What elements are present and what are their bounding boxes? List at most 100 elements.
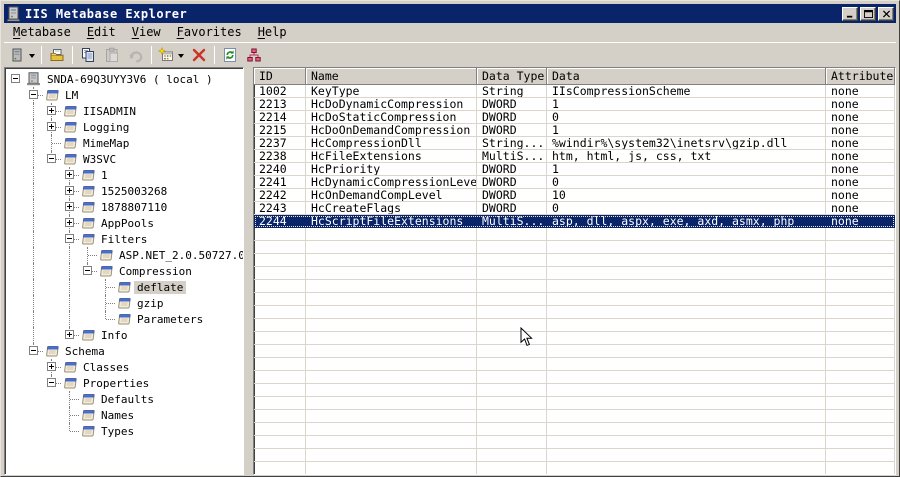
table-row[interactable]: 2240 HcPriority DWORD 1 none [254,163,895,176]
tree-item-schema[interactable]: Schema [7,343,243,359]
table-row[interactable]: 2215 HcDoOnDemandCompression DWORD 1 none [254,124,895,137]
tree-item-gzip[interactable]: gzip [7,295,243,311]
dropdown-arrow-icon[interactable] [178,53,184,61]
toolbar-new-key-button[interactable] [155,44,187,66]
tree-item-1525003268[interactable]: 1525003268 [7,183,243,199]
tree-label[interactable]: Defaults [98,393,157,406]
tree-item-filters[interactable]: Filters [7,231,243,247]
tree-item-logging[interactable]: Logging [7,119,243,135]
tree-item-classes[interactable]: Classes [7,359,243,375]
table-row[interactable]: 2243 HcCreateFlags DWORD 0 none [254,202,895,215]
tree-label[interactable]: Types [98,425,137,438]
column-header-attributes[interactable]: Attributes [826,68,895,85]
table-row[interactable]: 2241 HcDynamicCompressionLevel DWORD 0 none [254,176,895,189]
column-header-data-type[interactable]: Data Type [477,68,547,85]
tree-item-names[interactable]: Names [7,407,243,423]
tree-label[interactable]: Compression [116,265,195,278]
tree-label[interactable]: Info [98,329,131,342]
collapse-expander-icon[interactable] [29,346,38,355]
toolbar-refresh-button[interactable] [218,44,242,66]
collapse-expander-icon[interactable] [65,234,74,243]
menu-view[interactable]: View [124,24,169,41]
expand-expander-icon[interactable] [47,362,56,371]
dropdown-arrow-icon[interactable] [29,53,35,61]
tree-label[interactable]: MimeMap [80,137,132,150]
minimize-button[interactable] [842,6,858,21]
tree-item-iisadmin[interactable]: IISADMIN [7,103,243,119]
expand-expander-icon[interactable] [47,106,56,115]
menu-metabase[interactable]: Metabase [5,24,79,41]
tree-item-apppools[interactable]: AppPools [7,215,243,231]
maximize-button[interactable] [860,6,876,21]
tree-label[interactable]: W3SVC [80,153,119,166]
collapse-expander-icon[interactable] [47,154,56,163]
column-header-name[interactable]: Name [306,68,477,85]
tree-item-deflate[interactable]: deflate [7,279,243,295]
tree-label[interactable]: Logging [80,121,132,134]
tree-item-info[interactable]: Info [7,327,243,343]
tree-item-defaults[interactable]: Defaults [7,391,243,407]
expand-expander-icon[interactable] [47,122,56,131]
tree-label[interactable]: Parameters [134,313,206,326]
tree-label[interactable]: 1525003268 [98,185,170,198]
tree-label[interactable]: SNDA-69Q3UYY3V6 ( local ) [44,73,216,86]
table-row[interactable]: 2237 HcCompressionDll String... %windir%\sy… [254,137,895,150]
table-row[interactable]: 2244 HcScriptFileExtensions MultiS... asp, … [254,215,895,228]
toolbar-open-folder-button[interactable] [45,44,69,66]
tree-label[interactable]: gzip [134,297,167,310]
tree-item-compression[interactable]: Compression [7,263,243,279]
collapse-expander-icon[interactable] [11,74,20,83]
expand-expander-icon[interactable] [65,186,74,195]
tree-label[interactable]: 1 [98,169,111,182]
menu-edit[interactable]: Edit [79,24,124,41]
tree-label[interactable]: LM [62,89,81,102]
panel-splitter[interactable] [244,67,253,475]
tree-item-snda-69q3uyy3v6-local[interactable]: SNDA-69Q3UYY3V6 ( local ) [7,71,243,87]
tree-label[interactable]: Filters [98,233,150,246]
tree-item-w3svc[interactable]: W3SVC [7,151,243,167]
tree-label[interactable]: ASP.NET_2.0.50727.0 [116,249,243,262]
tree-item-properties[interactable]: Properties [7,375,243,391]
tree-item-1[interactable]: 1 [7,167,243,183]
cell-id: 2242 [254,189,306,202]
collapse-expander-icon[interactable] [47,378,56,387]
table-row[interactable]: 2238 HcFileExtensions MultiS... htm, html, … [254,150,895,163]
table-row[interactable]: 2214 HcDoStaticCompression DWORD 0 none [254,111,895,124]
expand-expander-icon[interactable] [65,170,74,179]
expand-expander-icon[interactable] [65,330,74,339]
toolbar-copy-button[interactable] [76,44,100,66]
tree-item-lm[interactable]: LM [7,87,243,103]
column-header-data[interactable]: Data [547,68,826,85]
toolbar-hierarchy-button[interactable] [242,44,266,66]
toolbar-connect-server-button[interactable] [6,44,38,66]
empty-row [254,267,895,280]
collapse-expander-icon[interactable] [29,90,38,99]
table-row[interactable]: 1002 KeyType String IIsCompressionScheme non… [254,85,895,98]
tree-label[interactable]: Classes [80,361,132,374]
tree-item-mimemap[interactable]: MimeMap [7,135,243,151]
table-row[interactable]: 2213 HcDoDynamicCompression DWORD 1 none [254,98,895,111]
tree-label[interactable]: AppPools [98,217,157,230]
table-row[interactable]: 2242 HcOnDemandCompLevel DWORD 10 none [254,189,895,202]
tree-label[interactable]: IISADMIN [80,105,139,118]
tree-item-asp-net-2-0-50727-0[interactable]: ASP.NET_2.0.50727.0 [7,247,243,263]
menu-help[interactable]: Help [250,24,295,41]
tree-label[interactable]: Names [98,409,137,422]
tree-item-types[interactable]: Types [7,423,243,439]
menu-favorites[interactable]: Favorites [169,24,250,41]
tree-item-parameters[interactable]: Parameters [7,311,243,327]
collapse-expander-icon[interactable] [83,266,92,275]
close-button[interactable] [878,6,894,21]
tree-label[interactable]: deflate [134,280,187,294]
column-header-id[interactable]: ID [254,68,306,85]
toolbar-delete-button[interactable] [187,44,211,66]
expand-expander-icon[interactable] [65,218,74,227]
tree-label[interactable]: Properties [80,377,152,390]
expand-expander-icon[interactable] [65,202,74,211]
tree-label[interactable]: Schema [62,345,108,358]
tree-item-1878807110[interactable]: 1878807110 [7,199,243,215]
tree-label[interactable]: 1878807110 [98,201,170,214]
